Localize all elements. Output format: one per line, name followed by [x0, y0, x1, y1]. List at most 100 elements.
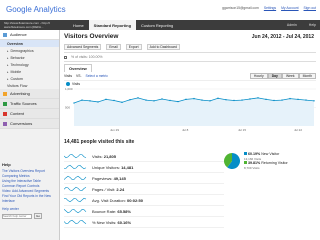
sidebar-item-overview[interactable]: Overview [0, 40, 59, 47]
visits-point[interactable] [121, 101, 123, 104]
admin-link[interactable]: Admin [287, 23, 297, 27]
select-metric-link[interactable]: Select a metric [86, 74, 108, 78]
export-button[interactable]: Export [125, 44, 142, 50]
metric-value: 00:02:50 [126, 197, 143, 203]
visits-point[interactable] [297, 98, 299, 101]
visits-point[interactable] [153, 100, 155, 102]
metric-row[interactable]: Bounce Rate: 65.58% [64, 206, 224, 217]
tab-standard-reporting[interactable]: Standard Reporting [88, 20, 137, 30]
help-search-go-button[interactable]: Go [34, 213, 43, 219]
sparkline [64, 209, 87, 214]
month-button[interactable]: Month [298, 73, 316, 79]
sparkline [64, 219, 87, 225]
visits-point[interactable] [97, 101, 99, 103]
visits-point[interactable] [113, 99, 115, 102]
settings-link[interactable]: Settings [264, 6, 276, 10]
visits-chart[interactable]: 1,000 500 Jun 29 Jul 8 Jul 15 Jul 22 [64, 87, 316, 132]
visitor-pie-chart[interactable] [224, 153, 240, 169]
metric-row[interactable]: % New Visits: 60.16% [64, 217, 224, 228]
advanced-segments-button[interactable]: Advanced Segments [64, 44, 102, 50]
visits-point[interactable] [257, 97, 259, 99]
visits-point[interactable] [249, 98, 251, 100]
visits-point[interactable] [169, 99, 171, 102]
expand-icon: ▸ [7, 62, 9, 67]
metric-name: Avg. Visit Duration: [92, 197, 127, 203]
visits-point[interactable] [273, 99, 275, 102]
visits-point[interactable] [81, 99, 83, 101]
sidebar: Audience Overview ▸ Demographics ▸ Behavio… [0, 30, 60, 240]
segment-checkbox[interactable] [64, 55, 67, 59]
help-panel: Help The Visitors Overview Report Compar… [2, 162, 58, 219]
metric-row[interactable]: Pages / Visit: 2.24 [64, 184, 224, 195]
help-center-link[interactable]: Help center [2, 207, 58, 211]
sidebar-item-demographics[interactable]: ▸ Demographics [0, 47, 59, 54]
sidebar-item-mobile[interactable]: ▸ Mobile [0, 68, 59, 75]
visits-point[interactable] [241, 99, 243, 101]
visits-point[interactable] [89, 100, 91, 102]
sparkline [64, 186, 87, 192]
visits-point[interactable] [281, 99, 283, 101]
sidebar-item-technology[interactable]: ▸ Technology [0, 61, 59, 68]
day-button[interactable]: Day [267, 73, 282, 79]
metric-selector[interactable]: Visits [64, 74, 72, 78]
sidebar-item-custom[interactable]: ▸ Custom [0, 75, 59, 82]
hourly-button[interactable]: Hourly [249, 73, 268, 79]
help-link[interactable]: Help [309, 23, 316, 27]
segment-percent: % of visits: 100.00% [71, 55, 103, 59]
metric-row[interactable]: Unique Visitors: 14,481 [64, 162, 224, 173]
x-tick-label: Jul 22 [294, 128, 302, 132]
date-range-picker[interactable]: Jun 24, 2012 - Jul 24, 2012 [252, 34, 314, 40]
visits-point[interactable] [137, 97, 139, 99]
visits-point[interactable] [145, 99, 147, 101]
metric-name: % New Visits: [92, 219, 118, 225]
metric-value: 49,145 [113, 175, 126, 181]
tab-home[interactable]: Home [68, 20, 89, 30]
visits-point[interactable] [305, 99, 307, 101]
metric-row[interactable]: Avg. Visit Duration: 00:02:50 [64, 195, 224, 206]
sidebar-section-traffic-sources[interactable]: Traffic Sources [0, 99, 59, 109]
help-search-input[interactable] [2, 213, 32, 219]
visits-point[interactable] [185, 98, 187, 101]
visits-point[interactable] [233, 99, 235, 102]
visits-point[interactable] [201, 99, 203, 101]
metric-label: Visits: 21,805 [92, 154, 116, 159]
sidebar-section-content[interactable]: Content [0, 109, 59, 119]
metric-row[interactable]: Pageviews: 49,145 [64, 173, 224, 184]
visits-point[interactable] [193, 97, 195, 100]
tab-overview[interactable]: Overview [64, 64, 92, 72]
account-selector[interactable]: http://www.fluteinsure.com - http://t ww… [4, 21, 62, 29]
nav-tabs: Home Standard Reporting Custom Reporting [68, 20, 178, 30]
sidebar-section-audience[interactable]: Audience [0, 30, 59, 40]
sidebar-section-advertising[interactable]: Advertising [0, 89, 59, 99]
my-account-link[interactable]: My Account [281, 6, 299, 10]
visits-point[interactable] [129, 99, 131, 101]
visits-point[interactable] [289, 97, 291, 100]
sidebar-section-label: Advertising [10, 91, 30, 96]
sign-out-link[interactable]: Sign out [304, 6, 316, 10]
visits-point[interactable] [177, 100, 179, 103]
sparkline [64, 197, 87, 203]
metric-row[interactable]: Visits: 21,805 [64, 151, 224, 162]
visits-point[interactable] [225, 99, 227, 101]
pie-legend-returning: 39.81% Returning Visitor [244, 161, 288, 166]
returning-visitor-swatch-icon [244, 161, 247, 164]
visits-point[interactable] [105, 98, 107, 101]
visits-point[interactable] [265, 98, 267, 101]
visits-point[interactable] [217, 97, 219, 99]
chart-controls: Visits VS. Select a metric Hourly Day We… [64, 72, 316, 81]
sidebar-item-behavior[interactable]: ▸ Behavior [0, 54, 59, 61]
help-link[interactable]: Find Your Old Reports in the New Interfa… [2, 194, 58, 204]
add-to-dashboard-button[interactable]: Add to Dashboard [146, 44, 180, 50]
email-button[interactable]: Email [106, 44, 121, 50]
visits-point[interactable] [161, 98, 163, 100]
google-analytics-logo[interactable]: Google Analytics [6, 5, 66, 14]
sidebar-item-visitors-flow[interactable]: Visitors Flow [0, 82, 59, 89]
week-button[interactable]: Week [281, 73, 299, 79]
tab-custom-reporting[interactable]: Custom Reporting [136, 20, 178, 30]
visits-point[interactable] [209, 100, 211, 102]
visits-point[interactable] [73, 102, 75, 104]
sidebar-item-label: Technology [10, 62, 29, 67]
visits-point[interactable] [313, 100, 315, 102]
logo-text: Google Analytics [6, 5, 66, 14]
sidebar-section-conversions[interactable]: Conversions [0, 119, 59, 129]
